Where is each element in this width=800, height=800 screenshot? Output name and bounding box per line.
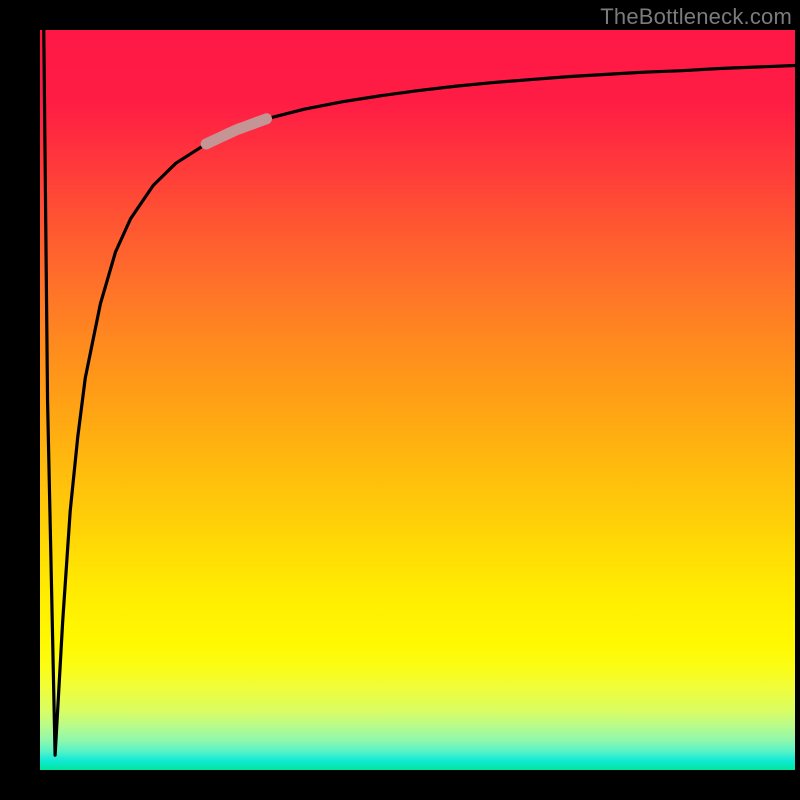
watermark-text: TheBottleneck.com	[600, 4, 792, 30]
curve-svg	[40, 30, 795, 770]
bottleneck-curve	[44, 30, 795, 755]
chart-frame: TheBottleneck.com	[0, 0, 800, 800]
curve-highlight-segment	[206, 119, 266, 144]
plot-area	[40, 30, 795, 770]
